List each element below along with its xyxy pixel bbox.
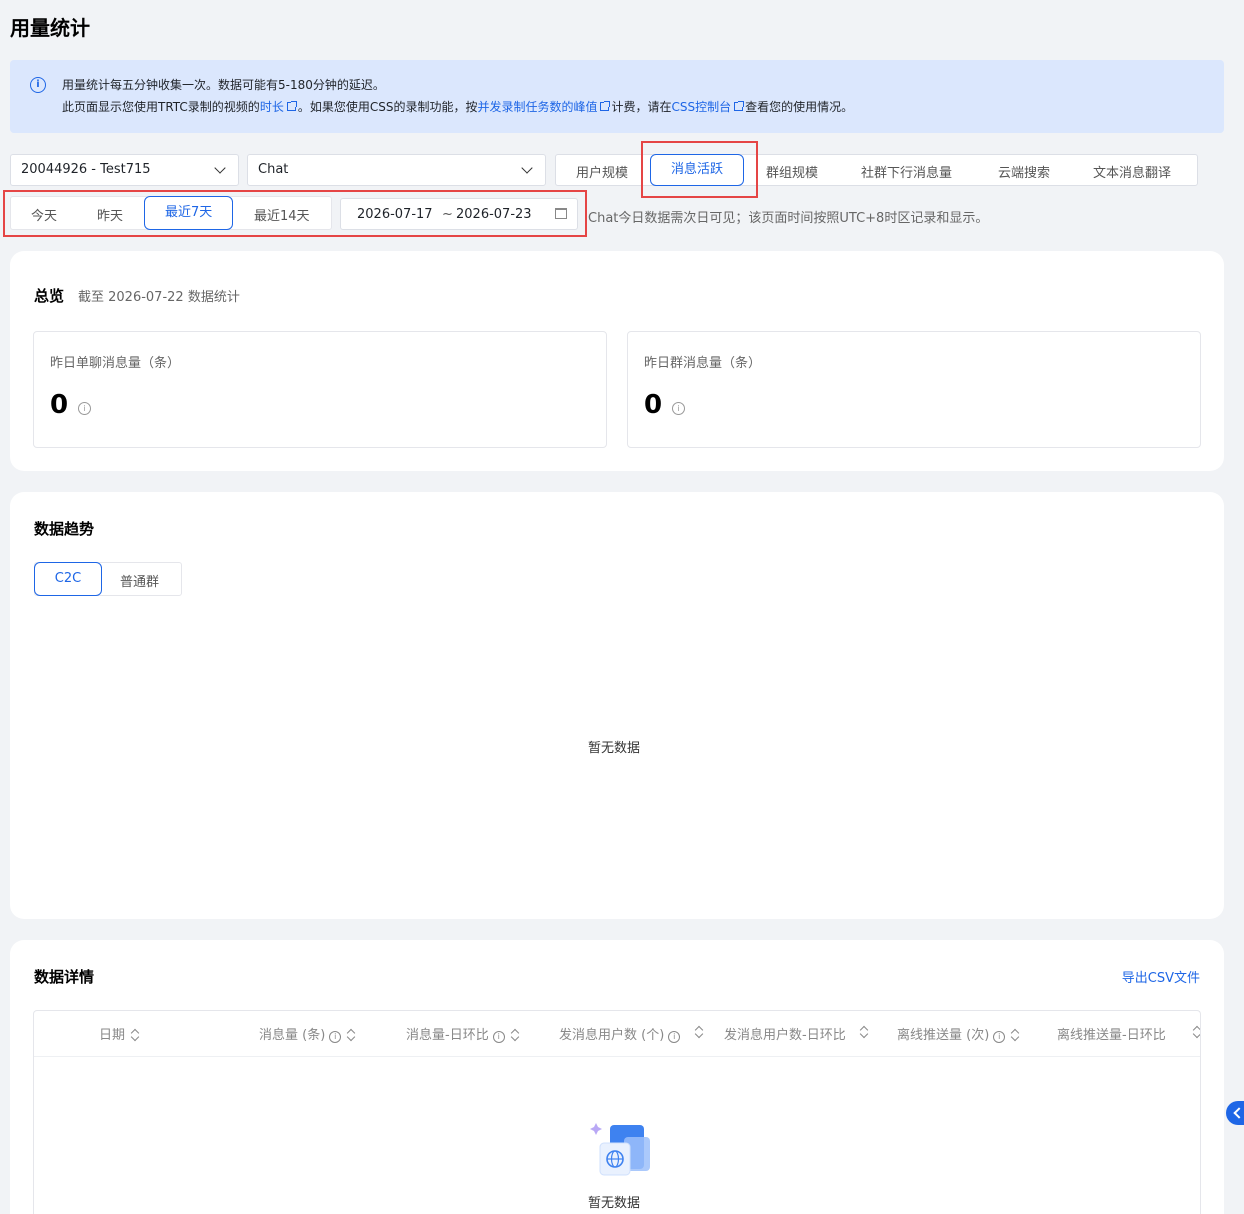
- toggle-c2c[interactable]: C2C: [34, 562, 102, 596]
- sort-icon: [131, 1029, 139, 1041]
- notice-text: 查看您的使用情况。: [745, 100, 854, 114]
- tab-user-scale[interactable]: 用户规模: [576, 162, 628, 181]
- trend-empty-text: 暂无数据: [588, 741, 641, 756]
- tab-community-downlink[interactable]: 社群下行消息量: [861, 162, 952, 181]
- toggle-group[interactable]: 普通群: [120, 571, 159, 590]
- product-select-value: Chat: [258, 162, 289, 177]
- info-icon[interactable]: i: [78, 402, 91, 415]
- notice-line-2: 此页面显示您使用TRTC录制的视频的时长 。如果您使用CSS的录制功能，按并发录制…: [62, 98, 853, 115]
- empty-data-icon: [590, 1123, 650, 1176]
- notice-line-1: 用量统计每五分钟收集一次。数据可能有5-180分钟的延迟。: [62, 78, 385, 92]
- collapse-panel-button[interactable]: [1226, 1101, 1244, 1125]
- sort-icon: [511, 1029, 519, 1041]
- column-header[interactable]: 消息量 (条) i: [259, 1024, 355, 1043]
- external-link-icon: [734, 101, 745, 111]
- external-link-icon: [286, 101, 297, 111]
- stat-label: 昨日群消息量（条）: [644, 356, 762, 371]
- stat-label: 昨日单聊消息量（条）: [50, 356, 181, 371]
- external-link-icon: [600, 101, 611, 111]
- chevron-down-icon: [214, 162, 226, 174]
- column-header[interactable]: 离线推送量 (次) i: [897, 1024, 1019, 1043]
- sort-icon: [1011, 1029, 1019, 1041]
- highlight-box: [3, 190, 587, 237]
- page-title: 用量统计: [10, 16, 90, 40]
- info-icon: i: [329, 1031, 342, 1043]
- chevron-down-icon: [521, 162, 533, 174]
- detail-table: 日期 消息量 (条) i 消息量-日环比 i 发消息用户数 (个) i 发消息用户数-…: [33, 1010, 1201, 1214]
- notice-text: 此页面显示您使用TRTC录制的视频的: [62, 100, 260, 114]
- info-icon: i: [492, 1031, 505, 1043]
- column-header[interactable]: 日期: [99, 1024, 139, 1043]
- table-empty-text: 暂无数据: [588, 1196, 641, 1211]
- column-header[interactable]: 发消息用户数-日环比: [724, 1024, 849, 1043]
- peak-tasks-link[interactable]: 并发录制任务数的峰值: [477, 100, 597, 114]
- overview-title: 总览: [34, 287, 65, 305]
- info-icon: i: [668, 1031, 681, 1043]
- export-csv-link[interactable]: 导出CSV文件: [1122, 967, 1200, 986]
- column-header[interactable]: 发消息用户数 (个) i: [559, 1024, 709, 1043]
- tab-text-translation[interactable]: 文本消息翻译: [1093, 162, 1171, 181]
- column-header[interactable]: 消息量-日环比 i: [406, 1024, 519, 1043]
- info-notice: i 用量统计每五分钟收集一次。数据可能有5-180分钟的延迟。 此页面显示您使用…: [10, 60, 1224, 133]
- sort-icon: [347, 1029, 355, 1041]
- app-select[interactable]: 20044926 - Test715: [10, 154, 239, 186]
- overview-subtitle: 截至 2026-07-22 数据统计: [78, 290, 240, 305]
- sort-icon[interactable]: [1193, 1026, 1200, 1038]
- overview-card: 总览 截至 2026-07-22 数据统计 昨日单聊消息量（条） 0 i 昨日群…: [10, 251, 1224, 471]
- table-header: 日期 消息量 (条) i 消息量-日环比 i 发消息用户数 (个) i 发消息用户数-…: [34, 1011, 1200, 1057]
- tab-group-scale[interactable]: 群组规模: [766, 162, 818, 181]
- trend-card: 数据趋势 C2C 普通群 暂无数据: [10, 492, 1224, 919]
- sort-icon[interactable]: [695, 1026, 703, 1038]
- timezone-note: Chat今日数据需次日可见；该页面时间按照UTC+8时区记录和显示。: [588, 211, 989, 226]
- sort-icon[interactable]: [860, 1026, 868, 1038]
- info-icon: i: [993, 1031, 1006, 1043]
- stat-card-group: 昨日群消息量（条） 0 i: [627, 331, 1201, 448]
- detail-title: 数据详情: [34, 968, 95, 986]
- notice-text: 。如果您使用CSS的录制功能，按: [297, 100, 478, 114]
- detail-card: 数据详情 导出CSV文件 日期 消息量 (条) i 消息量-日环比 i 发消息用户数…: [10, 940, 1224, 1214]
- notice-text: 计费，请在: [611, 100, 672, 114]
- stat-card-c2c: 昨日单聊消息量（条） 0 i: [33, 331, 607, 448]
- trend-title: 数据趋势: [34, 520, 95, 538]
- trend-type-toggle: C2C 普通群: [34, 562, 182, 596]
- info-icon[interactable]: i: [672, 402, 685, 415]
- product-select[interactable]: Chat: [247, 154, 546, 186]
- tab-cloud-search[interactable]: 云端搜索: [998, 162, 1050, 181]
- info-icon: i: [30, 77, 46, 93]
- css-console-link[interactable]: CSS控制台: [671, 100, 731, 114]
- stat-value: 0: [644, 390, 663, 420]
- highlight-box: [641, 141, 758, 198]
- app-select-value: 20044926 - Test715: [21, 162, 151, 177]
- duration-link[interactable]: 时长: [260, 100, 284, 114]
- column-header[interactable]: 离线推送量-日环比: [1057, 1024, 1192, 1043]
- stat-value: 0: [50, 390, 69, 420]
